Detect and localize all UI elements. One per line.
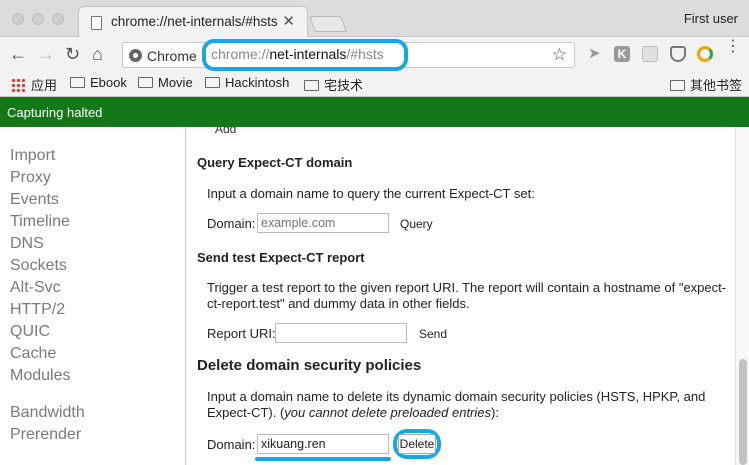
circle-extension-icon[interactable] xyxy=(697,46,713,62)
test-ct-description-line2: ct-report.test" and dummy data in other … xyxy=(207,296,470,311)
zoom-window-button[interactable] xyxy=(52,13,64,25)
folder-icon xyxy=(138,77,153,88)
omnibox-chip: Chrome xyxy=(147,48,197,64)
page-icon xyxy=(91,16,102,30)
test-ct-heading: Send test Expect-CT report xyxy=(197,250,365,265)
bookmark-movie[interactable]: Movie xyxy=(138,75,193,90)
report-uri-input[interactable] xyxy=(275,323,407,343)
query-ct-domain-input[interactable] xyxy=(257,213,389,233)
forward-arrow-icon[interactable]: → xyxy=(37,45,55,63)
delete-description-line2: Expect-CT). (you cannot delete preloaded… xyxy=(207,405,499,420)
sidebar-item-proxy[interactable]: Proxy xyxy=(10,169,51,187)
apps-grid-icon xyxy=(11,78,25,92)
tab-title: chrome://net-internals/#hsts xyxy=(111,14,278,29)
active-tab[interactable]: chrome://net-internals/#hsts ✕ xyxy=(78,6,308,38)
send-report-button[interactable]: Send xyxy=(419,327,447,341)
capture-status-bar: Capturing halted xyxy=(0,97,749,127)
query-ct-button[interactable]: Query xyxy=(400,217,433,231)
bookmark-other[interactable]: 其他书签 xyxy=(670,75,742,94)
sidebar-item-import[interactable]: Import xyxy=(10,147,55,165)
sidebar-item-cache[interactable]: Cache xyxy=(10,345,56,363)
query-ct-domain-label: Domain: xyxy=(207,216,256,231)
delete-description-line1: Input a domain name to delete its dynami… xyxy=(207,389,706,404)
folder-icon xyxy=(70,77,85,88)
back-arrow-icon[interactable]: ← xyxy=(9,45,27,63)
add-button-fragment[interactable]: Add xyxy=(215,127,236,136)
sidebar-item-dns[interactable]: DNS xyxy=(10,235,44,253)
sidebar-item-events[interactable]: Events xyxy=(10,191,59,209)
hsts-panel: Add Query Expect-CT domain Input a domai… xyxy=(187,127,735,465)
bookmark-apps[interactable]: 应用 xyxy=(11,75,57,94)
delete-domain-input[interactable] xyxy=(257,434,389,454)
folder-icon xyxy=(304,80,319,91)
close-window-button[interactable] xyxy=(12,13,24,25)
profile-button[interactable]: First user xyxy=(684,11,738,26)
scrollbar-thumb[interactable] xyxy=(739,359,747,465)
shield-extension-icon[interactable] xyxy=(670,46,686,62)
k-extension-icon[interactable]: K xyxy=(614,46,630,62)
tab-close-icon[interactable]: ✕ xyxy=(282,12,295,30)
minimize-window-button[interactable] xyxy=(32,13,44,25)
sidebar-item-http2[interactable]: HTTP/2 xyxy=(10,301,65,319)
input-underline-annotation xyxy=(255,457,391,461)
bookmark-zhaijishu[interactable]: 宅技术 xyxy=(304,75,363,94)
folder-icon xyxy=(205,77,220,88)
scrollbar[interactable] xyxy=(735,127,749,465)
bookmark-ebook[interactable]: Ebook xyxy=(70,75,127,90)
query-ct-heading: Query Expect-CT domain xyxy=(197,155,353,170)
bird-extension-icon[interactable]: ➤ xyxy=(588,44,604,62)
delete-button[interactable]: Delete xyxy=(398,434,436,454)
chrome-site-icon xyxy=(129,49,142,62)
query-ct-description: Input a domain name to query the current… xyxy=(207,186,535,201)
sidebar-item-prerender[interactable]: Prerender xyxy=(10,426,81,444)
reload-icon[interactable]: ↻ xyxy=(65,45,80,63)
delete-domain-label: Domain: xyxy=(207,437,256,452)
bookmark-hackintosh[interactable]: Hackintosh xyxy=(205,75,289,90)
delete-domain-heading: Delete domain security policies xyxy=(197,357,422,374)
menu-icon[interactable]: ⋮ xyxy=(725,39,741,55)
sidebar-item-timeline[interactable]: Timeline xyxy=(10,213,70,231)
home-icon[interactable]: ⌂ xyxy=(92,45,103,63)
sidebar: Import Proxy Events Timeline DNS Sockets… xyxy=(0,127,186,465)
tab-strip: chrome://net-internals/#hsts ✕ First use… xyxy=(0,0,749,38)
sidebar-item-alt-svc[interactable]: Alt-Svc xyxy=(10,279,61,297)
doc-extension-icon[interactable] xyxy=(642,46,658,62)
bookmarks-bar: 应用 Ebook Movie Hackintosh 宅技术 其他书签 xyxy=(0,72,749,97)
report-uri-label: Report URI: xyxy=(207,326,276,341)
new-tab-button[interactable] xyxy=(309,16,347,32)
sidebar-item-bandwidth[interactable]: Bandwidth xyxy=(10,404,85,422)
sidebar-item-sockets[interactable]: Sockets xyxy=(10,257,67,275)
folder-icon xyxy=(670,80,685,91)
sidebar-item-quic[interactable]: QUIC xyxy=(10,323,50,341)
test-ct-description-line1: Trigger a test report to the given repor… xyxy=(207,280,727,295)
url-text[interactable]: chrome://net-internals/#hsts xyxy=(211,46,384,62)
sidebar-item-modules[interactable]: Modules xyxy=(10,367,70,385)
bookmark-star-icon[interactable]: ☆ xyxy=(552,45,567,65)
